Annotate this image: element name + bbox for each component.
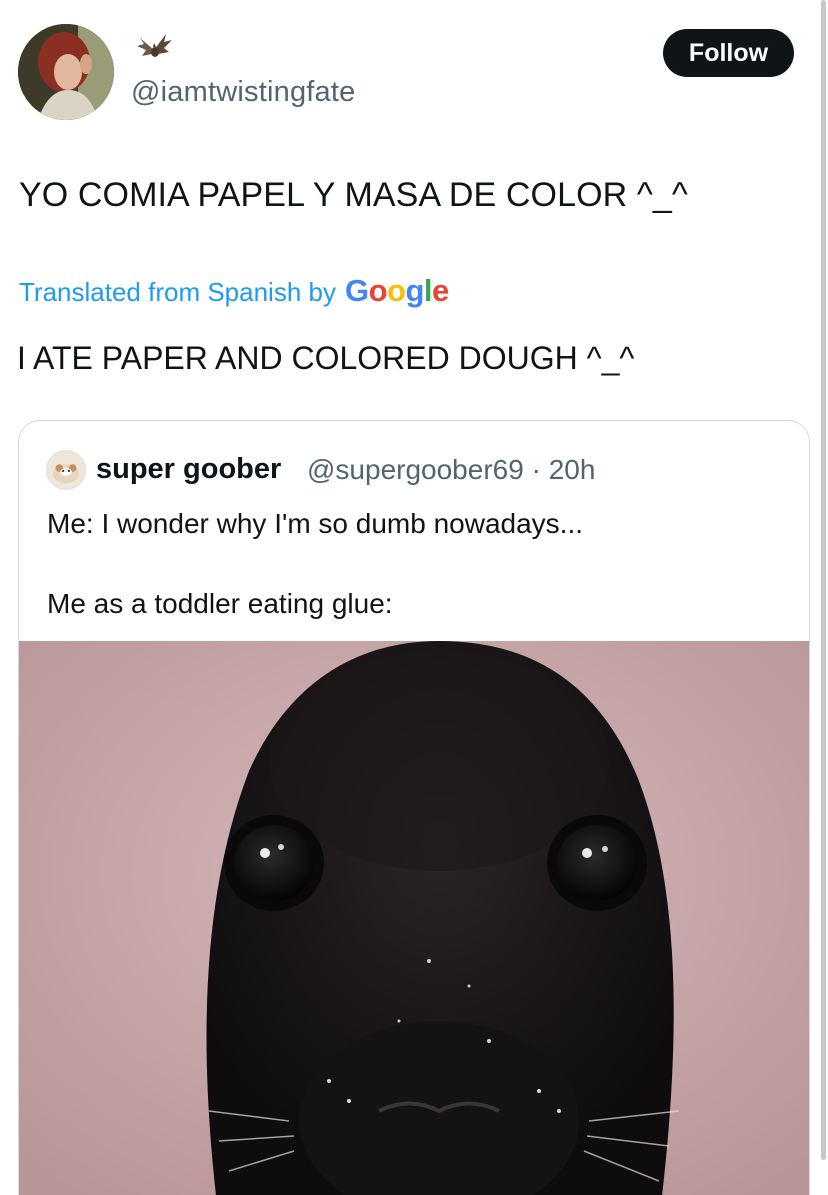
meta-separator: · — [531, 454, 541, 485]
google-logo: Google — [344, 273, 449, 308]
user-avatar[interactable] — [18, 24, 114, 120]
seal-photo — [19, 641, 809, 1195]
quoted-photo[interactable] — [19, 641, 809, 1195]
translation-attribution[interactable]: Translated from Spanish by Google — [19, 273, 449, 309]
scrollbar[interactable] — [821, 0, 826, 1160]
translated-text: I ATE PAPER AND COLORED DOUGH ^_^ — [17, 340, 635, 376]
tweet-page: @iamtwistingfate Follow YO COMIA PAPEL Y… — [0, 0, 828, 1195]
follow-button[interactable]: Follow — [663, 29, 794, 77]
quoted-time[interactable]: 20h — [549, 454, 596, 485]
quoted-user-name[interactable]: super goober — [96, 453, 281, 486]
quoted-text-line-1: Me: I wonder why I'm so dumb nowadays... — [47, 508, 584, 539]
quoted-tweet-card[interactable]: super goober @supergoober69 · 20h Me: I … — [18, 420, 810, 1195]
bat-icon — [137, 34, 172, 57]
quoted-user-handle[interactable]: @supergoober69 — [307, 454, 524, 485]
quoted-text-line-2: Me as a toddler eating glue: — [47, 588, 393, 619]
quoted-user-avatar[interactable] — [46, 450, 86, 490]
translated-label: Translated from Spanish by — [19, 277, 336, 307]
user-handle[interactable]: @iamtwistingfate — [131, 76, 355, 109]
tweet-text: YO COMIA PAPEL Y MASA DE COLOR ^_^ — [19, 176, 688, 214]
quoted-user-meta: @supergoober69 · 20h — [307, 454, 595, 486]
